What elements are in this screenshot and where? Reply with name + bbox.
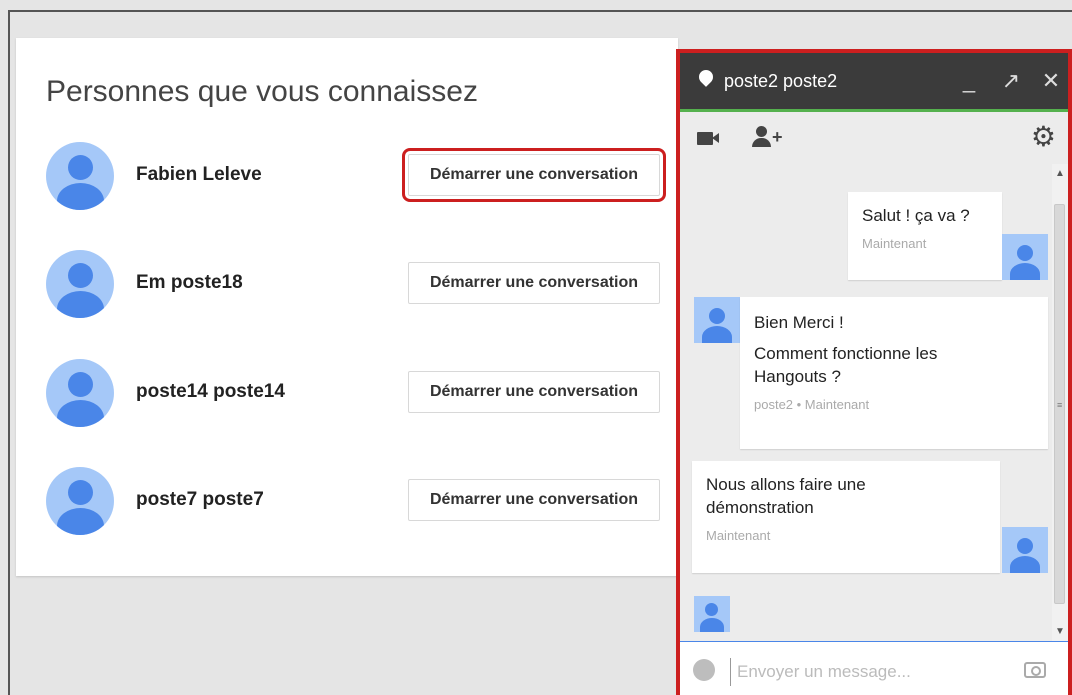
start-conversation-button[interactable]: Démarrer une conversation (408, 479, 660, 521)
people-card: Personnes que vous connaissez Fabien Lel… (16, 38, 678, 576)
close-button[interactable]: ✕ (1036, 63, 1066, 99)
people-title: Personnes que vous connaissez (46, 75, 478, 108)
message-text: Bien Merci ! (754, 313, 844, 332)
avatar (694, 596, 730, 632)
minimize-button[interactable]: _ (954, 63, 984, 99)
avatar (46, 467, 114, 535)
person-name: poste7 poste7 (136, 489, 264, 510)
avatar (46, 359, 114, 427)
scrollbar[interactable]: ▲ ≡ ▼ (1052, 164, 1068, 641)
person-name: Em poste18 (136, 272, 243, 293)
person-row: poste7 poste7 Démarrer une conversation (16, 467, 678, 547)
message-timestamp: Maintenant (862, 236, 927, 251)
message-timestamp: Maintenant (706, 528, 771, 543)
message-bubble: Bien Merci ! Comment fonctionne les Hang… (740, 297, 1048, 449)
message-text: Comment fonctionne les (754, 344, 938, 363)
start-conversation-button[interactable]: Démarrer une conversation (408, 371, 660, 413)
grip-icon: ≡ (1057, 400, 1063, 410)
message-bubble: Nous allons faire une démonstration Main… (692, 461, 1000, 573)
message-text: démonstration (706, 498, 814, 517)
person-row: Em poste18 Démarrer une conversation (16, 250, 678, 330)
person-row: poste14 poste14 Démarrer une conversatio… (16, 359, 678, 439)
chat-titlebar[interactable]: poste2 poste2 _ ↗ ✕ (680, 53, 1068, 112)
avatar (1002, 527, 1048, 573)
chat-toolbar: + ⚙ (680, 112, 1068, 164)
message-text: Nous allons faire une (706, 475, 866, 494)
scroll-down-icon[interactable]: ▼ (1055, 626, 1065, 637)
message-input[interactable] (730, 658, 989, 686)
add-person-icon[interactable]: + (752, 126, 783, 152)
start-conversation-button[interactable]: Démarrer une conversation (402, 148, 666, 202)
scroll-up-icon[interactable]: ▲ (1055, 168, 1065, 179)
person-name: Fabien Leleve (136, 164, 262, 185)
message-text: Salut ! ça va ? (862, 206, 970, 225)
camera-icon[interactable] (1024, 662, 1046, 678)
scroll-thumb[interactable]: ≡ (1054, 204, 1065, 604)
person-name: poste14 poste14 (136, 381, 285, 402)
person-row: Fabien Leleve Démarrer une conversation (16, 142, 678, 222)
avatar (1002, 234, 1048, 280)
avatar (46, 250, 114, 318)
message-bubble: Salut ! ça va ? Maintenant (848, 192, 1002, 280)
emoji-icon[interactable] (693, 659, 715, 681)
hangouts-pin-icon (696, 67, 716, 87)
popout-button[interactable]: ↗ (996, 63, 1026, 99)
chat-title: poste2 poste2 (724, 71, 838, 91)
message-input-bar (680, 641, 1068, 695)
chat-window: poste2 poste2 _ ↗ ✕ + ⚙ Salut ! ça va ? … (676, 49, 1072, 695)
avatar (694, 297, 740, 343)
message-text: Hangouts ? (754, 367, 841, 386)
video-call-icon[interactable] (697, 132, 719, 145)
start-conversation-button[interactable]: Démarrer une conversation (408, 262, 660, 304)
gear-icon[interactable]: ⚙ (1031, 123, 1056, 151)
avatar (46, 142, 114, 210)
message-timestamp: poste2 • Maintenant (754, 397, 870, 412)
message-list: Salut ! ça va ? Maintenant Bien Merci ! … (680, 164, 1052, 641)
